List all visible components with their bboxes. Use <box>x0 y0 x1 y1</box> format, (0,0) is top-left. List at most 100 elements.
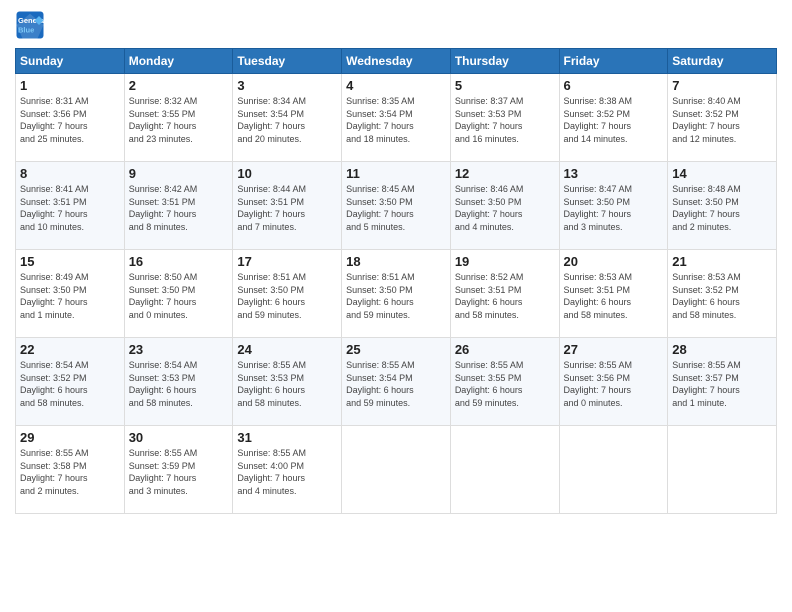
calendar-week-row: 8 Sunrise: 8:41 AM Sunset: 3:51 PM Daylig… <box>16 162 777 250</box>
day-number: 12 <box>455 166 555 181</box>
day-info: Sunrise: 8:42 AM Sunset: 3:51 PM Dayligh… <box>129 183 229 233</box>
day-number: 29 <box>20 430 120 445</box>
day-number: 7 <box>672 78 772 93</box>
calendar-week-row: 22 Sunrise: 8:54 AM Sunset: 3:52 PM Dayli… <box>16 338 777 426</box>
calendar-cell: 10 Sunrise: 8:44 AM Sunset: 3:51 PM Dayli… <box>233 162 342 250</box>
day-info: Sunrise: 8:46 AM Sunset: 3:50 PM Dayligh… <box>455 183 555 233</box>
day-number: 20 <box>564 254 664 269</box>
day-number: 10 <box>237 166 337 181</box>
calendar-cell: 4Sunrise: 8:35 AM Sunset: 3:54 PM Daylig… <box>342 74 451 162</box>
calendar-week-row: 1Sunrise: 8:31 AM Sunset: 3:56 PM Daylig… <box>16 74 777 162</box>
calendar-week-row: 15 Sunrise: 8:49 AM Sunset: 3:50 PM Dayli… <box>16 250 777 338</box>
weekday-header: Thursday <box>450 49 559 74</box>
weekday-header: Saturday <box>668 49 777 74</box>
calendar-cell <box>450 426 559 514</box>
day-number: 5 <box>455 78 555 93</box>
day-number: 11 <box>346 166 446 181</box>
day-info: Sunrise: 8:55 AM Sunset: 3:53 PM Dayligh… <box>237 359 337 409</box>
day-info: Sunrise: 8:52 AM Sunset: 3:51 PM Dayligh… <box>455 271 555 321</box>
day-number: 23 <box>129 342 229 357</box>
day-number: 28 <box>672 342 772 357</box>
calendar-cell: 16 Sunrise: 8:50 AM Sunset: 3:50 PM Dayli… <box>124 250 233 338</box>
logo: General Blue <box>15 10 49 40</box>
calendar-cell: 11 Sunrise: 8:45 AM Sunset: 3:50 PM Dayli… <box>342 162 451 250</box>
day-info: Sunrise: 8:51 AM Sunset: 3:50 PM Dayligh… <box>237 271 337 321</box>
day-info: Sunrise: 8:41 AM Sunset: 3:51 PM Dayligh… <box>20 183 120 233</box>
day-info: Sunrise: 8:51 AM Sunset: 3:50 PM Dayligh… <box>346 271 446 321</box>
calendar-cell: 27 Sunrise: 8:55 AM Sunset: 3:56 PM Dayli… <box>559 338 668 426</box>
calendar-cell <box>668 426 777 514</box>
calendar-cell: 8 Sunrise: 8:41 AM Sunset: 3:51 PM Daylig… <box>16 162 125 250</box>
day-info: Sunrise: 8:48 AM Sunset: 3:50 PM Dayligh… <box>672 183 772 233</box>
day-info: Sunrise: 8:37 AM Sunset: 3:53 PM Dayligh… <box>455 95 555 145</box>
day-info: Sunrise: 8:55 AM Sunset: 3:54 PM Dayligh… <box>346 359 446 409</box>
weekday-header: Monday <box>124 49 233 74</box>
calendar-cell: 31 Sunrise: 8:55 AM Sunset: 4:00 PM Dayli… <box>233 426 342 514</box>
day-number: 8 <box>20 166 120 181</box>
calendar-cell: 30Sunrise: 8:55 AM Sunset: 3:59 PM Dayli… <box>124 426 233 514</box>
calendar-cell: 1Sunrise: 8:31 AM Sunset: 3:56 PM Daylig… <box>16 74 125 162</box>
day-number: 6 <box>564 78 664 93</box>
calendar-cell: 12 Sunrise: 8:46 AM Sunset: 3:50 PM Dayli… <box>450 162 559 250</box>
calendar-table: SundayMondayTuesdayWednesdayThursdayFrid… <box>15 48 777 514</box>
calendar-cell: 22 Sunrise: 8:54 AM Sunset: 3:52 PM Dayli… <box>16 338 125 426</box>
calendar-cell: 13 Sunrise: 8:47 AM Sunset: 3:50 PM Dayli… <box>559 162 668 250</box>
day-info: Sunrise: 8:50 AM Sunset: 3:50 PM Dayligh… <box>129 271 229 321</box>
day-number: 27 <box>564 342 664 357</box>
calendar-cell: 28 Sunrise: 8:55 AM Sunset: 3:57 PM Dayli… <box>668 338 777 426</box>
day-number: 3 <box>237 78 337 93</box>
day-info: Sunrise: 8:49 AM Sunset: 3:50 PM Dayligh… <box>20 271 120 321</box>
calendar-cell: 25Sunrise: 8:55 AM Sunset: 3:54 PM Dayli… <box>342 338 451 426</box>
day-number: 19 <box>455 254 555 269</box>
calendar-cell: 5 Sunrise: 8:37 AM Sunset: 3:53 PM Daylig… <box>450 74 559 162</box>
calendar-cell: 20Sunrise: 8:53 AM Sunset: 3:51 PM Dayli… <box>559 250 668 338</box>
day-number: 16 <box>129 254 229 269</box>
day-info: Sunrise: 8:45 AM Sunset: 3:50 PM Dayligh… <box>346 183 446 233</box>
day-number: 14 <box>672 166 772 181</box>
calendar-header: SundayMondayTuesdayWednesdayThursdayFrid… <box>16 49 777 74</box>
day-number: 17 <box>237 254 337 269</box>
day-info: Sunrise: 8:55 AM Sunset: 3:55 PM Dayligh… <box>455 359 555 409</box>
day-info: Sunrise: 8:54 AM Sunset: 3:53 PM Dayligh… <box>129 359 229 409</box>
day-info: Sunrise: 8:55 AM Sunset: 3:56 PM Dayligh… <box>564 359 664 409</box>
day-info: Sunrise: 8:55 AM Sunset: 3:57 PM Dayligh… <box>672 359 772 409</box>
calendar-cell: 23 Sunrise: 8:54 AM Sunset: 3:53 PM Dayli… <box>124 338 233 426</box>
day-number: 1 <box>20 78 120 93</box>
calendar-cell: 26 Sunrise: 8:55 AM Sunset: 3:55 PM Dayli… <box>450 338 559 426</box>
day-info: Sunrise: 8:55 AM Sunset: 3:58 PM Dayligh… <box>20 447 120 497</box>
weekday-header: Friday <box>559 49 668 74</box>
day-number: 22 <box>20 342 120 357</box>
calendar-body: 1Sunrise: 8:31 AM Sunset: 3:56 PM Daylig… <box>16 74 777 514</box>
weekday-header: Tuesday <box>233 49 342 74</box>
calendar-cell: 17 Sunrise: 8:51 AM Sunset: 3:50 PM Dayli… <box>233 250 342 338</box>
calendar-cell: 9 Sunrise: 8:42 AM Sunset: 3:51 PM Daylig… <box>124 162 233 250</box>
calendar-cell: 29 Sunrise: 8:55 AM Sunset: 3:58 PM Dayli… <box>16 426 125 514</box>
day-number: 31 <box>237 430 337 445</box>
calendar-cell: 15 Sunrise: 8:49 AM Sunset: 3:50 PM Dayli… <box>16 250 125 338</box>
day-number: 26 <box>455 342 555 357</box>
day-number: 15 <box>20 254 120 269</box>
day-number: 2 <box>129 78 229 93</box>
day-info: Sunrise: 8:55 AM Sunset: 4:00 PM Dayligh… <box>237 447 337 497</box>
header-row: SundayMondayTuesdayWednesdayThursdayFrid… <box>16 49 777 74</box>
day-number: 24 <box>237 342 337 357</box>
calendar-cell: 3Sunrise: 8:34 AM Sunset: 3:54 PM Daylig… <box>233 74 342 162</box>
day-info: Sunrise: 8:32 AM Sunset: 3:55 PM Dayligh… <box>129 95 229 145</box>
page-container: General Blue SundayMondayTuesdayWednesda… <box>0 0 792 524</box>
logo-icon: General Blue <box>15 10 45 40</box>
calendar-cell <box>559 426 668 514</box>
day-info: Sunrise: 8:53 AM Sunset: 3:52 PM Dayligh… <box>672 271 772 321</box>
day-info: Sunrise: 8:54 AM Sunset: 3:52 PM Dayligh… <box>20 359 120 409</box>
calendar-cell: 19 Sunrise: 8:52 AM Sunset: 3:51 PM Dayli… <box>450 250 559 338</box>
day-number: 18 <box>346 254 446 269</box>
day-number: 9 <box>129 166 229 181</box>
day-info: Sunrise: 8:44 AM Sunset: 3:51 PM Dayligh… <box>237 183 337 233</box>
day-info: Sunrise: 8:35 AM Sunset: 3:54 PM Dayligh… <box>346 95 446 145</box>
calendar-cell: 21Sunrise: 8:53 AM Sunset: 3:52 PM Dayli… <box>668 250 777 338</box>
calendar-cell: 24 Sunrise: 8:55 AM Sunset: 3:53 PM Dayli… <box>233 338 342 426</box>
day-number: 13 <box>564 166 664 181</box>
weekday-header: Wednesday <box>342 49 451 74</box>
day-info: Sunrise: 8:47 AM Sunset: 3:50 PM Dayligh… <box>564 183 664 233</box>
calendar-cell: 6Sunrise: 8:38 AM Sunset: 3:52 PM Daylig… <box>559 74 668 162</box>
calendar-week-row: 29 Sunrise: 8:55 AM Sunset: 3:58 PM Dayli… <box>16 426 777 514</box>
